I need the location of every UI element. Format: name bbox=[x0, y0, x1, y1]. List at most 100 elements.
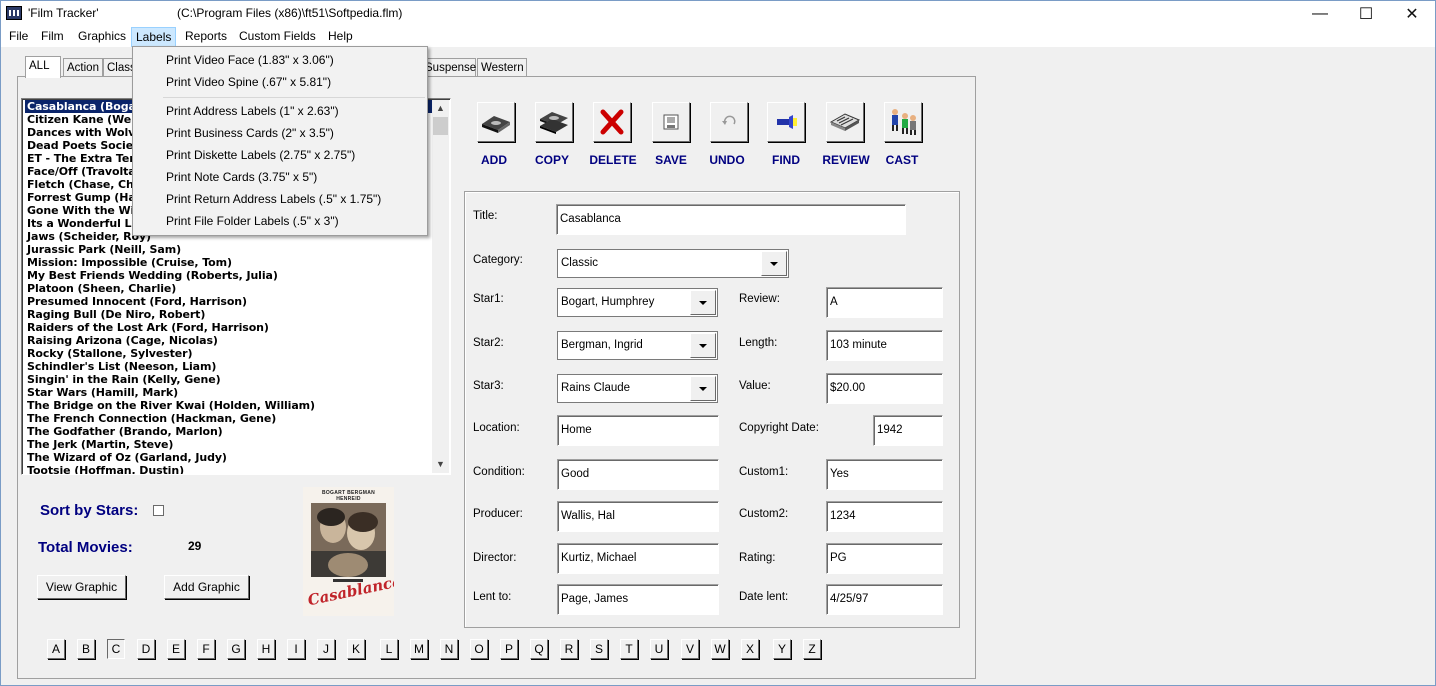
menu-item-address-labels[interactable]: Print Address Labels (1" x 2.63") bbox=[166, 100, 339, 122]
letter-button-b[interactable]: B bbox=[77, 639, 95, 659]
letter-button-v[interactable]: V bbox=[681, 639, 699, 659]
letter-button-l[interactable]: L bbox=[380, 639, 398, 659]
tab-suspense[interactable]: Suspense bbox=[421, 58, 476, 78]
letter-button-f[interactable]: F bbox=[197, 639, 215, 659]
menu-item-video-face[interactable]: Print Video Face (1.83" x 3.06") bbox=[166, 49, 334, 71]
letter-button-d[interactable]: D bbox=[137, 639, 155, 659]
scroll-down-icon[interactable]: ▼ bbox=[432, 456, 449, 473]
star2-select[interactable]: Bergman, Ingrid bbox=[557, 331, 718, 360]
list-item[interactable]: Star Wars (Hamill, Mark) bbox=[25, 386, 435, 399]
letter-button-n[interactable]: N bbox=[440, 639, 458, 659]
title-field[interactable]: Casablanca bbox=[556, 204, 906, 235]
list-item[interactable]: Raiders of the Lost Ark (Ford, Harrison) bbox=[25, 321, 435, 334]
producer-field[interactable]: Wallis, Hal bbox=[557, 501, 719, 532]
location-field[interactable]: Home bbox=[557, 415, 719, 446]
menu-file[interactable]: File bbox=[5, 27, 32, 47]
letter-button-z[interactable]: Z bbox=[803, 639, 821, 659]
minimize-button[interactable]: — bbox=[1297, 1, 1343, 27]
letter-button-g[interactable]: G bbox=[227, 639, 245, 659]
condition-field[interactable]: Good bbox=[557, 459, 719, 490]
list-item[interactable]: The Jerk (Martin, Steve) bbox=[25, 438, 435, 451]
lent-to-field[interactable]: Page, James bbox=[557, 584, 719, 615]
list-item[interactable]: Jurassic Park (Neill, Sam) bbox=[25, 243, 435, 256]
letter-button-p[interactable]: P bbox=[500, 639, 518, 659]
menu-item-return-address-labels[interactable]: Print Return Address Labels (.5" x 1.75"… bbox=[166, 188, 381, 210]
add-graphic-button[interactable]: Add Graphic bbox=[164, 575, 249, 599]
custom1-field[interactable]: Yes bbox=[826, 459, 943, 490]
list-item[interactable]: Rocky (Stallone, Sylvester) bbox=[25, 347, 435, 360]
menu-item-business-cards[interactable]: Print Business Cards (2" x 3.5") bbox=[166, 122, 334, 144]
sort-by-stars-checkbox[interactable] bbox=[153, 505, 164, 516]
maximize-button[interactable]: ☐ bbox=[1343, 1, 1389, 27]
undo-button[interactable] bbox=[710, 102, 748, 142]
tab-classic[interactable]: Class bbox=[103, 58, 135, 78]
list-item[interactable]: Schindler's List (Neeson, Liam) bbox=[25, 360, 435, 373]
list-item[interactable]: Raging Bull (De Niro, Robert) bbox=[25, 308, 435, 321]
scroll-thumb[interactable] bbox=[433, 117, 448, 135]
letter-button-k[interactable]: K bbox=[347, 639, 365, 659]
letter-button-w[interactable]: W bbox=[711, 639, 729, 659]
value-field[interactable]: $20.00 bbox=[826, 373, 943, 404]
menu-labels[interactable]: Labels bbox=[131, 27, 177, 47]
custom2-field[interactable]: 1234 bbox=[826, 501, 943, 532]
letter-button-m[interactable]: M bbox=[410, 639, 428, 659]
chevron-down-icon[interactable] bbox=[690, 333, 716, 358]
list-scrollbar[interactable]: ▲ ▼ bbox=[432, 100, 449, 473]
menu-item-file-folder-labels[interactable]: Print File Folder Labels (.5" x 3") bbox=[166, 210, 339, 232]
rating-field[interactable]: PG bbox=[826, 543, 943, 574]
close-button[interactable]: ✕ bbox=[1389, 1, 1435, 27]
list-item[interactable]: Presumed Innocent (Ford, Harrison) bbox=[25, 295, 435, 308]
menu-reports[interactable]: Reports bbox=[181, 27, 231, 47]
copy-button[interactable] bbox=[535, 102, 573, 142]
tab-western[interactable]: Western bbox=[477, 58, 527, 78]
view-graphic-button[interactable]: View Graphic bbox=[37, 575, 126, 599]
letter-button-i[interactable]: I bbox=[287, 639, 305, 659]
list-item[interactable]: The French Connection (Hackman, Gene) bbox=[25, 412, 435, 425]
list-item[interactable]: The Bridge on the River Kwai (Holden, Wi… bbox=[25, 399, 435, 412]
menu-help[interactable]: Help bbox=[324, 27, 357, 47]
chevron-down-icon[interactable] bbox=[690, 376, 716, 401]
list-item[interactable]: Platoon (Sheen, Charlie) bbox=[25, 282, 435, 295]
delete-button[interactable] bbox=[593, 102, 631, 142]
review-field[interactable]: A bbox=[826, 287, 943, 318]
letter-button-s[interactable]: S bbox=[590, 639, 608, 659]
menu-custom-fields[interactable]: Custom Fields bbox=[235, 27, 320, 47]
list-item[interactable]: Singin' in the Rain (Kelly, Gene) bbox=[25, 373, 435, 386]
letter-button-x[interactable]: X bbox=[741, 639, 759, 659]
letter-button-q[interactable]: Q bbox=[530, 639, 548, 659]
chevron-down-icon[interactable] bbox=[690, 290, 716, 315]
chevron-down-icon[interactable] bbox=[761, 251, 787, 276]
list-item[interactable]: Tootsie (Hoffman, Dustin) bbox=[25, 464, 435, 474]
letter-button-t[interactable]: T bbox=[620, 639, 638, 659]
letter-button-h[interactable]: H bbox=[257, 639, 275, 659]
letter-button-a[interactable]: A bbox=[47, 639, 65, 659]
letter-button-r[interactable]: R bbox=[560, 639, 578, 659]
cast-button[interactable] bbox=[884, 102, 922, 142]
letter-button-o[interactable]: O bbox=[470, 639, 488, 659]
letter-button-c[interactable]: C bbox=[107, 639, 125, 659]
list-item[interactable]: Raising Arizona (Cage, Nicolas) bbox=[25, 334, 435, 347]
copyright-date-field[interactable]: 1942 bbox=[873, 415, 943, 446]
menu-graphics[interactable]: Graphics bbox=[74, 27, 130, 47]
find-button[interactable] bbox=[767, 102, 805, 142]
star3-select[interactable]: Rains Claude bbox=[557, 374, 718, 403]
menu-film[interactable]: Film bbox=[37, 27, 68, 47]
date-lent-field[interactable]: 4/25/97 bbox=[826, 584, 943, 615]
star1-select[interactable]: Bogart, Humphrey bbox=[557, 288, 718, 317]
director-field[interactable]: Kurtiz, Michael bbox=[557, 543, 719, 574]
tab-action[interactable]: Action bbox=[63, 58, 103, 78]
save-button[interactable] bbox=[652, 102, 690, 142]
add-button[interactable] bbox=[477, 102, 515, 142]
list-item[interactable]: Mission: Impossible (Cruise, Tom) bbox=[25, 256, 435, 269]
review-button[interactable] bbox=[826, 102, 864, 142]
list-item[interactable]: The Wizard of Oz (Garland, Judy) bbox=[25, 451, 435, 464]
menu-item-diskette-labels[interactable]: Print Diskette Labels (2.75" x 2.75") bbox=[166, 144, 355, 166]
letter-button-y[interactable]: Y bbox=[773, 639, 791, 659]
menu-item-video-spine[interactable]: Print Video Spine (.67" x 5.81") bbox=[166, 71, 331, 93]
scroll-up-icon[interactable]: ▲ bbox=[432, 100, 449, 117]
letter-button-e[interactable]: E bbox=[167, 639, 185, 659]
list-item[interactable]: My Best Friends Wedding (Roberts, Julia) bbox=[25, 269, 435, 282]
letter-button-j[interactable]: J bbox=[317, 639, 335, 659]
length-field[interactable]: 103 minute bbox=[826, 330, 943, 361]
tab-all[interactable]: ALL bbox=[25, 56, 61, 78]
